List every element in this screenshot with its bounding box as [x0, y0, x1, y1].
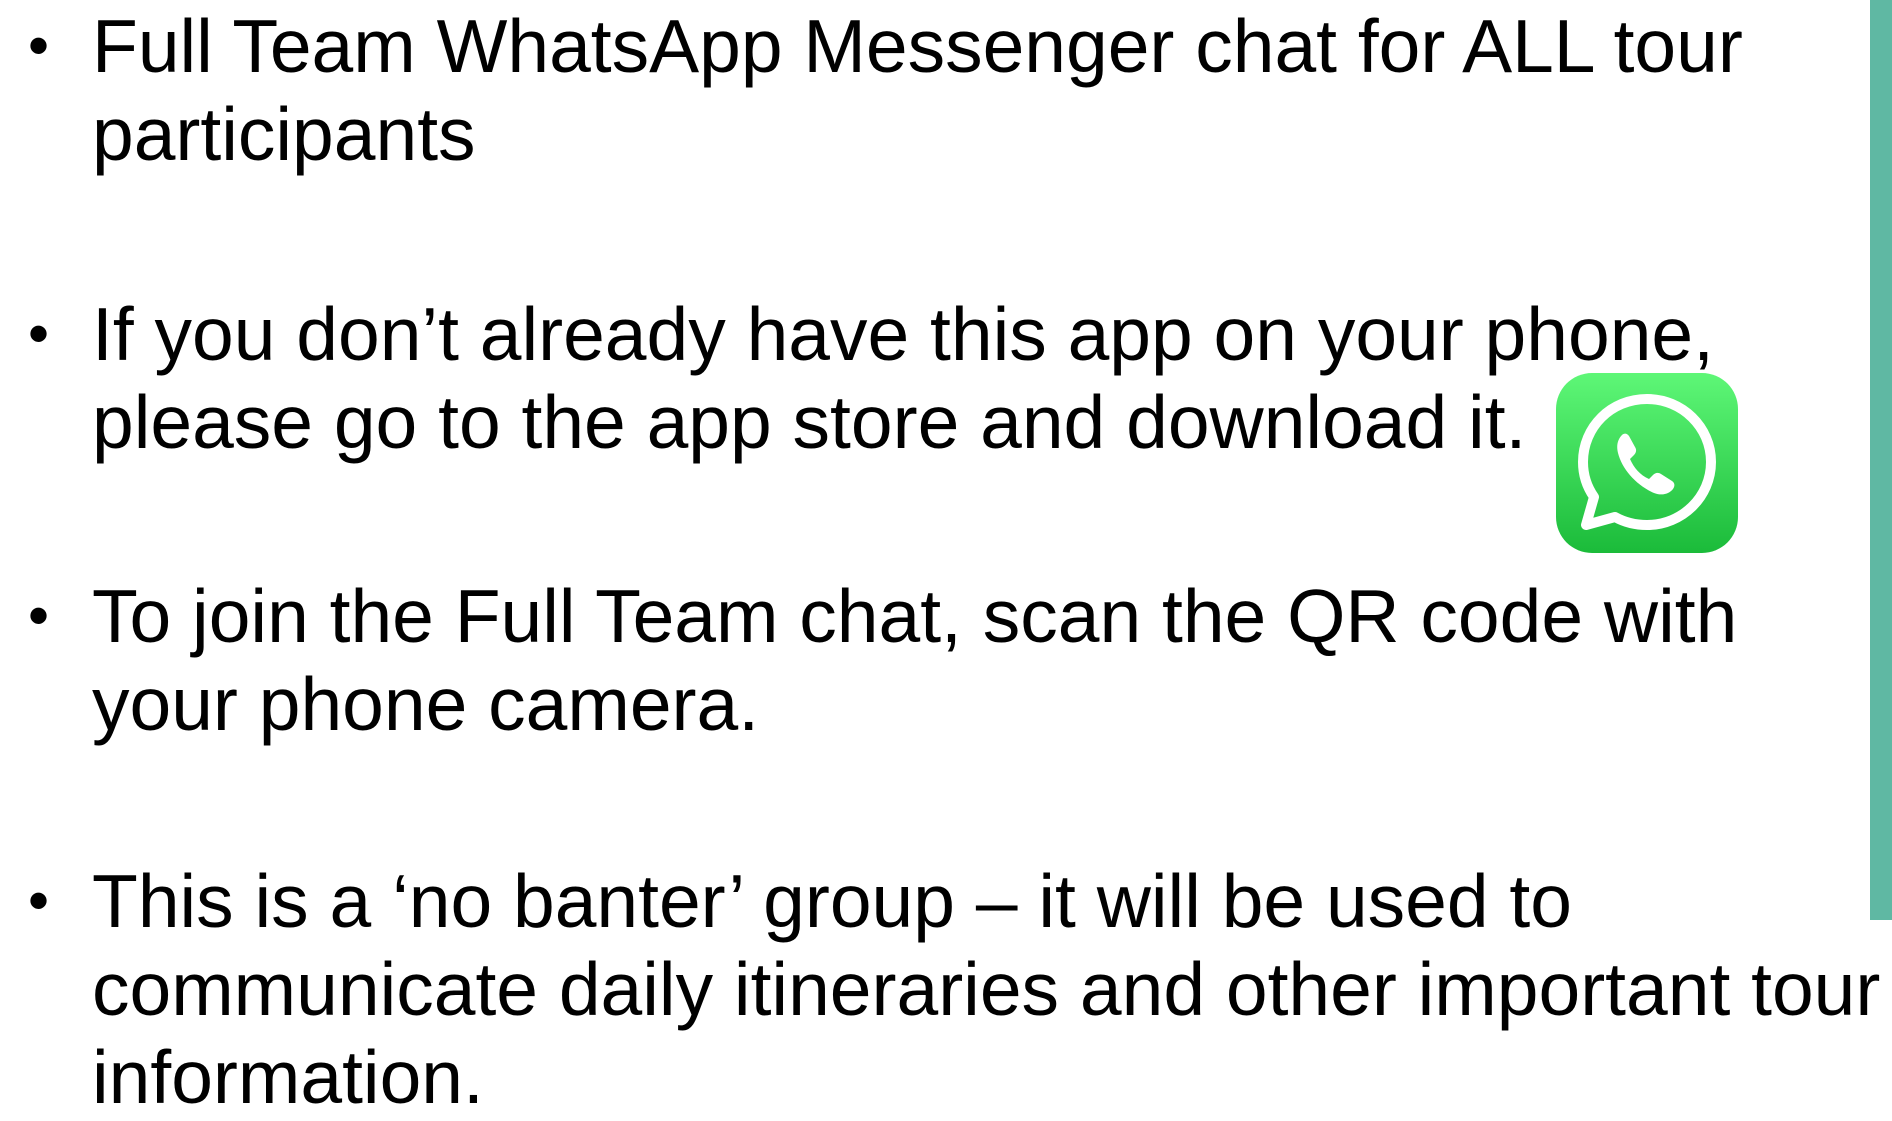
bullet-line: participants [92, 92, 476, 176]
bullet-list: • Full Team WhatsApp Messenger chat for … [0, 0, 1892, 1119]
bullet-text: If you don’t already have this app on yo… [92, 290, 1714, 466]
bullet-line: your phone camera. [92, 662, 760, 746]
bullet-text: This is a ‘no banter’ group – it will be… [92, 857, 1880, 1121]
bullet-marker: • [28, 300, 50, 367]
bullet-line: To join the Full Team chat, scan the QR … [92, 574, 1738, 658]
whatsapp-icon [1556, 373, 1738, 553]
bullet-line: If you don’t already have this app on yo… [92, 292, 1714, 376]
bullet-marker: • [28, 12, 50, 79]
bullet-line: This is a ‘no banter’ group – it will be… [92, 859, 1572, 943]
accent-bar [1870, 0, 1892, 920]
bullet-line: please go to the app store and download … [92, 380, 1527, 464]
bullet-marker: • [28, 582, 50, 649]
bullet-line: information. [92, 1035, 484, 1119]
bullet-marker: • [28, 867, 50, 934]
bullet-text: Full Team WhatsApp Messenger chat for AL… [92, 2, 1743, 178]
bullet-line: Full Team WhatsApp Messenger chat for AL… [92, 4, 1743, 88]
bullet-text: To join the Full Team chat, scan the QR … [92, 572, 1737, 748]
bullet-line: communicate daily itineraries and other … [92, 947, 1881, 1031]
